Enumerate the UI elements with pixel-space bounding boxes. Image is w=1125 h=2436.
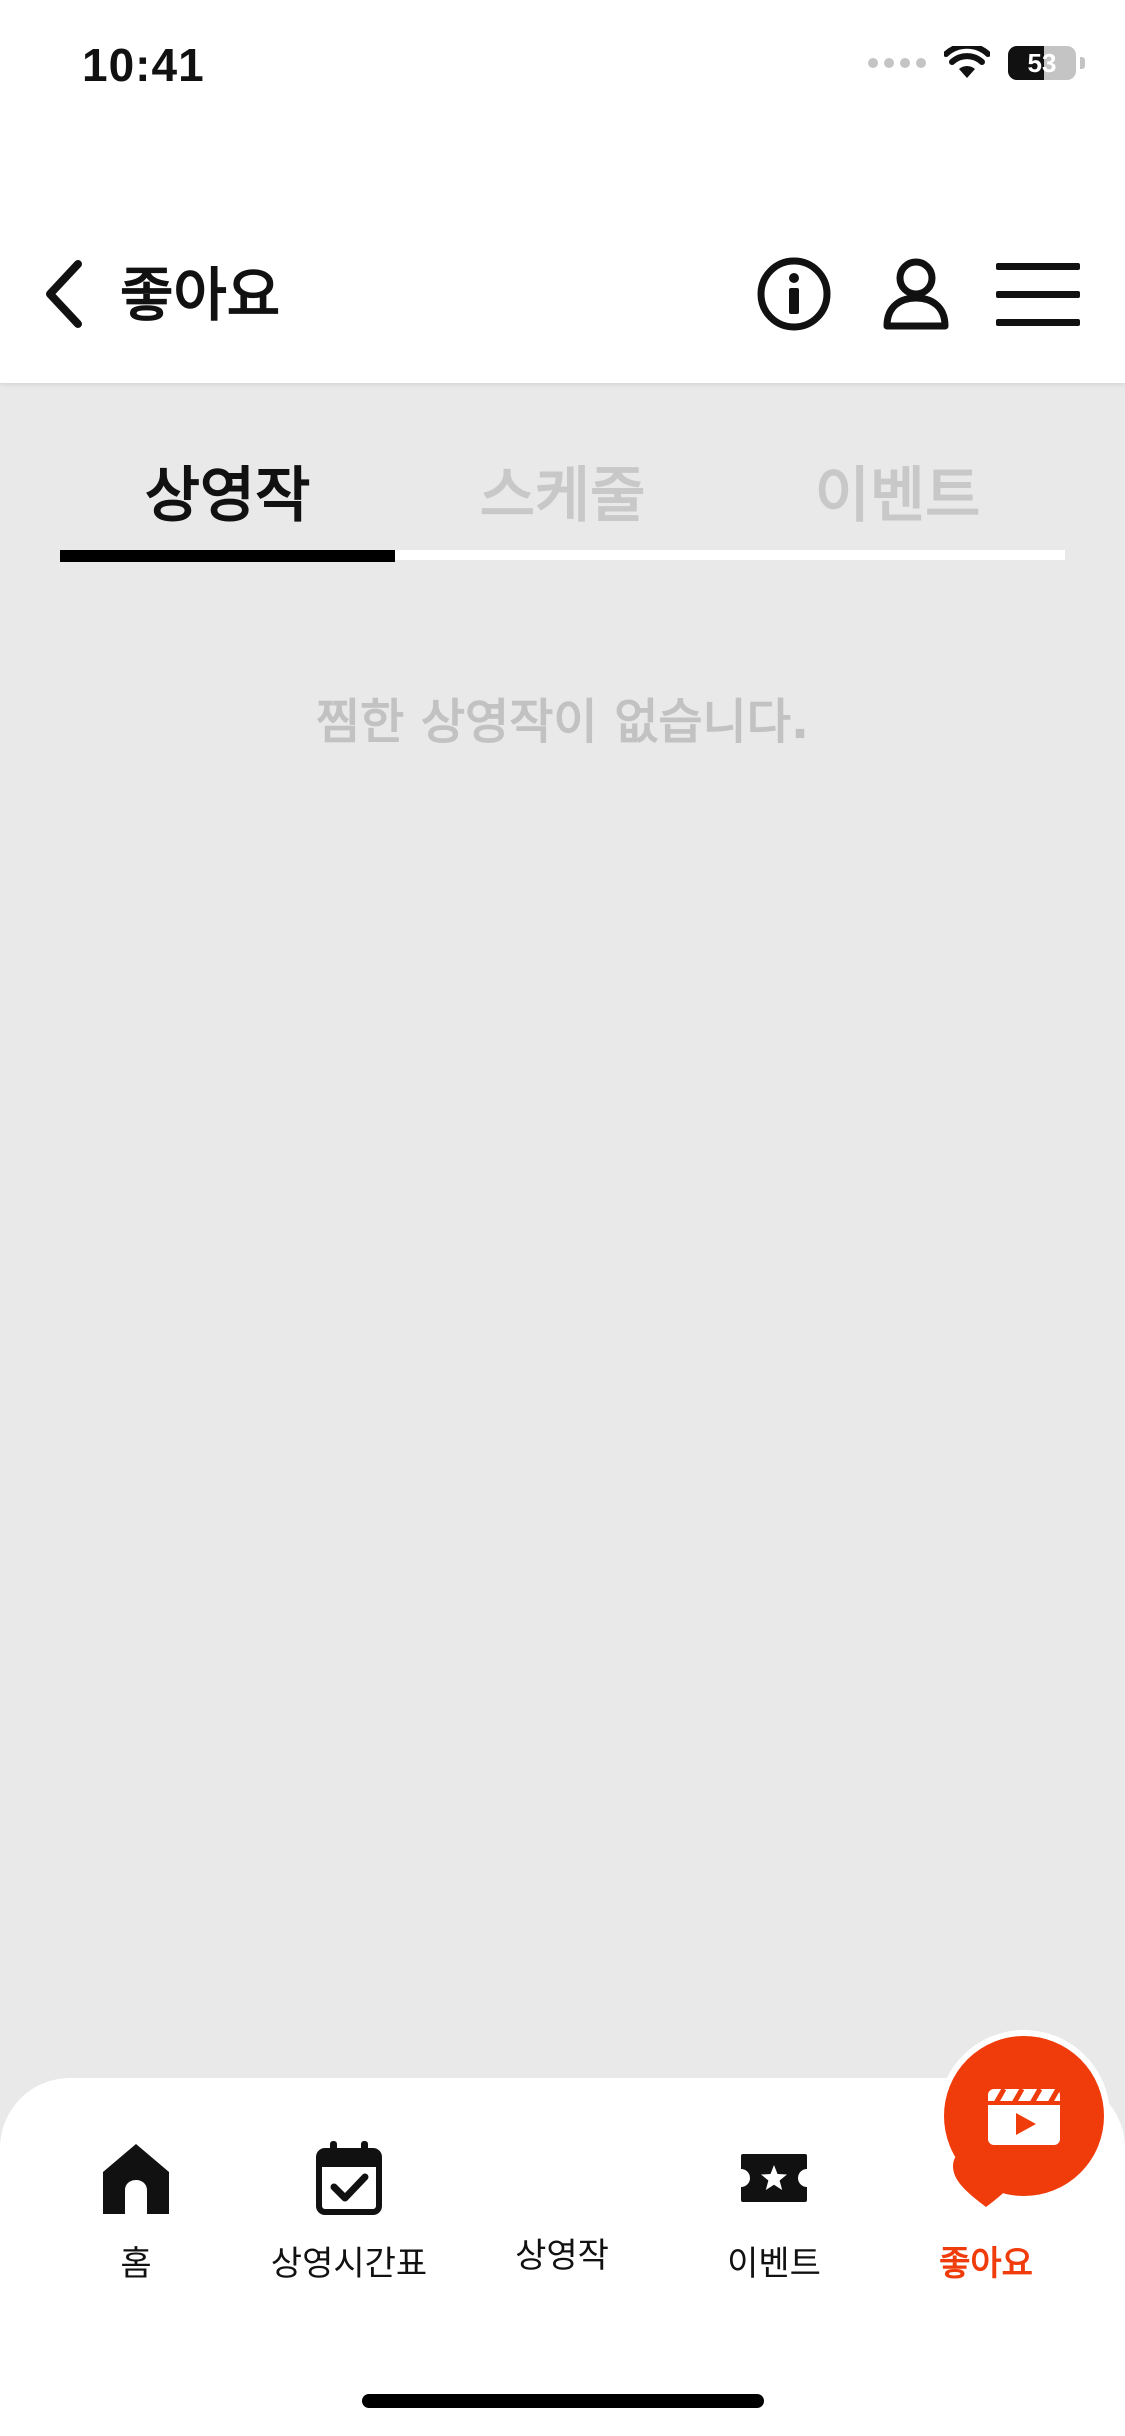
battery-icon: 53 [1008,46,1076,80]
info-button[interactable] [754,254,834,334]
nav-item-home[interactable]: 홈 [36,2138,236,2288]
nav-item-events[interactable]: 이벤트 [674,2138,874,2288]
ticket-star-icon [741,2154,807,2202]
back-button[interactable] [36,254,92,334]
nav-item-schedule[interactable]: 상영시간표 [249,2138,449,2288]
user-icon [883,258,949,330]
nav-label-home: 홈 [120,2244,152,2284]
nav-label-movies: 상영작 [515,2236,609,2276]
wifi-icon [944,46,990,78]
home-indicator [362,2394,764,2408]
chevron-left-icon [46,260,82,328]
page-title: 좋아요 [120,261,281,329]
tab-events[interactable]: 이벤트 [730,440,1065,540]
status-time: 10:41 [82,39,205,91]
info-icon [757,257,831,331]
menu-icon [996,263,1080,326]
battery-tip [1080,57,1085,69]
calendar-check-icon [316,2141,382,2215]
heart-icon [953,2149,1019,2207]
cellular-signal-icon [868,58,926,68]
nav-label-events: 이벤트 [727,2244,821,2284]
menu-button[interactable] [996,254,1080,334]
home-icon [103,2144,169,2214]
nav-item-movies[interactable]: 상영작 [462,2030,1110,2276]
battery-level: 53 [1027,47,1057,78]
tab-active-indicator [60,550,395,562]
tab-movies[interactable]: 상영작 [60,440,395,540]
tab-bar: 상영작 스케줄 이벤트 [60,440,1065,562]
status-indicators: 53 [868,46,1085,80]
nav-label-likes: 좋아요 [939,2244,1033,2284]
tab-schedule[interactable]: 스케줄 [395,440,730,540]
app-header: 좋아요 [0,140,1125,383]
profile-button[interactable] [876,254,956,334]
bottom-navigation: 홈 상영시간표 상영작 이벤트 좋아요 [0,2030,1125,2436]
empty-state-message: 찜한 상영작이 없습니다. [315,694,810,750]
nav-label-schedule: 상영시간표 [270,2244,428,2284]
nav-item-likes[interactable]: 좋아요 [886,2138,1086,2288]
status-bar: 10:41 53 [0,0,1125,140]
